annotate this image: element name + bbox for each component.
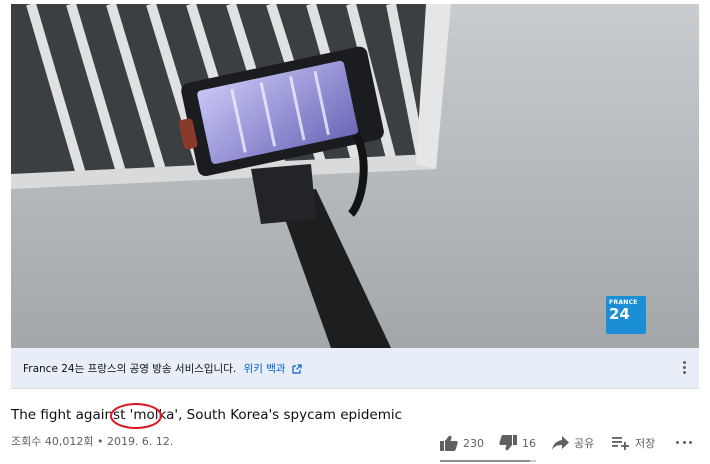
logo-text-number: 24 — [609, 305, 630, 323]
playlist-add-icon — [612, 437, 629, 450]
thumbs-down-icon — [499, 435, 517, 451]
video-meta: 조회수 40,012회 • 2019. 6. 12. — [11, 435, 174, 448]
video-player[interactable]: FRANCE 24 — [11, 4, 699, 348]
video-frame — [11, 4, 699, 348]
video-title: The fight against 'molka', South Korea's… — [11, 407, 403, 423]
kebab-dot — [682, 366, 686, 369]
france24-logo: FRANCE 24 — [606, 296, 646, 334]
share-button[interactable]: 공유 — [552, 434, 594, 452]
save-button[interactable]: 저장 — [612, 434, 655, 452]
info-panel-menu-button[interactable] — [681, 361, 687, 377]
wikipedia-link-label: 위키 백과 — [243, 363, 286, 375]
more-dot — [676, 441, 679, 444]
more-dot — [689, 441, 692, 444]
dislike-button[interactable]: 16 — [499, 434, 536, 452]
annotation-circle — [110, 403, 162, 429]
share-label: 공유 — [574, 437, 595, 450]
info-panel-description: France 24는 프랑스의 공영 방송 서비스입니다. — [23, 363, 237, 375]
more-actions-button[interactable] — [676, 441, 692, 447]
dislike-count: 16 — [522, 436, 536, 450]
wikipedia-link[interactable]: 위키 백과 — [244, 363, 302, 375]
external-link-icon — [292, 364, 302, 374]
thumbs-up-icon — [440, 435, 458, 451]
save-label: 저장 — [635, 437, 656, 450]
kebab-dot — [682, 361, 686, 364]
kebab-dot — [682, 371, 686, 374]
like-ratio-fill — [440, 460, 530, 462]
like-ratio-bar — [440, 460, 536, 462]
like-button[interactable]: 230 — [440, 434, 484, 452]
like-count: 230 — [463, 436, 484, 450]
more-dot — [682, 441, 686, 444]
share-icon — [552, 436, 569, 450]
info-panel-text: France 24는 프랑스의 공영 방송 서비스입니다. 위키 백과 — [23, 361, 302, 376]
info-panel: France 24는 프랑스의 공영 방송 서비스입니다. 위키 백과 — [11, 348, 699, 389]
